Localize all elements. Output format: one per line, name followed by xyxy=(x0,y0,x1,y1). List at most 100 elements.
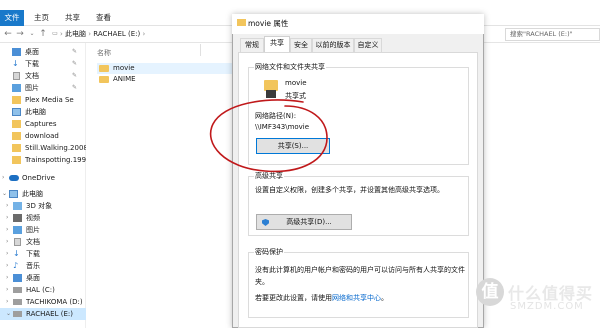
folder-icon xyxy=(237,19,246,26)
advanced-sharing-button[interactable]: 高级共享(D)... xyxy=(256,214,352,230)
drive-icon xyxy=(13,311,22,317)
sidebar-item-this-pc-quick[interactable]: 此电脑 xyxy=(0,106,86,118)
sidebar-item-plex[interactable]: Plex Media Se xyxy=(0,94,86,106)
sidebar-item-label: TACHIKOMA (D:) xyxy=(26,298,83,306)
sidebar-item-drive-d[interactable]: › TACHIKOMA (D:) xyxy=(0,296,86,308)
sidebar-item-label: 下载 xyxy=(26,250,40,258)
ribbon-tab-home[interactable]: 主页 xyxy=(34,10,49,26)
sidebar-item-pc-desktop[interactable]: › 桌面 xyxy=(0,272,86,284)
shield-icon xyxy=(262,219,269,226)
sidebar-item-3d-objects[interactable]: › 3D 对象 xyxy=(0,200,86,212)
sidebar-item-pc-downloads[interactable]: › ↓ 下载 xyxy=(0,248,86,260)
up-icon[interactable]: ↑ xyxy=(38,28,48,40)
pin-icon: ✎ xyxy=(72,60,78,67)
sidebar-item-pc-pictures[interactable]: › 图片 xyxy=(0,224,86,236)
film-icon xyxy=(13,214,22,222)
sidebar-item-label: download xyxy=(25,132,59,140)
sidebar-item-label: 文档 xyxy=(26,238,40,246)
tab-general[interactable]: 常规 xyxy=(240,38,264,52)
breadcrumb-drive[interactable]: RACHAEL (E:) xyxy=(93,30,140,38)
sidebar-item-label: 图片 xyxy=(26,226,40,234)
sidebar-item-label: RACHAEL (E:) xyxy=(26,310,73,318)
chevron-right-icon[interactable]: › xyxy=(6,296,8,308)
recent-chevron-icon[interactable]: ⌄ xyxy=(27,28,37,40)
chevron-right-icon[interactable]: › xyxy=(6,236,8,248)
desktop-icon xyxy=(12,48,21,56)
desktop-icon xyxy=(13,274,22,282)
sidebar-item-label: Plex Media Se xyxy=(25,96,74,104)
network-sharing-center-link[interactable]: 网络和共享中心 xyxy=(332,294,381,302)
folder-icon xyxy=(12,132,21,140)
sidebar-item-pc-documents[interactable]: › 文档 xyxy=(0,236,86,248)
chevron-right-icon[interactable]: › xyxy=(6,224,8,236)
password-description-line2: 夹。 xyxy=(255,278,269,286)
sidebar-item-pictures[interactable]: 图片 ✎ xyxy=(0,82,86,94)
sidebar-item-label: 图片 xyxy=(25,84,39,92)
ribbon-tab-file[interactable]: 文件 xyxy=(0,10,24,26)
explorer-titlebar xyxy=(0,0,600,10)
chevron-right-icon[interactable]: › xyxy=(6,248,8,260)
sidebar-item-documents[interactable]: 文档 ✎ xyxy=(0,70,86,82)
chevron-right-icon[interactable]: › xyxy=(6,212,8,224)
tab-previous-versions[interactable]: 以前的版本 xyxy=(312,38,354,52)
sidebar-item-download-folder[interactable]: download xyxy=(0,130,86,142)
chevron-right-icon[interactable]: › xyxy=(6,284,8,296)
folder-icon xyxy=(99,76,109,83)
breadcrumb-this-pc[interactable]: 此电脑 xyxy=(65,30,86,38)
tab-customize[interactable]: 自定义 xyxy=(354,38,382,52)
sidebar-item-music[interactable]: › ♪ 音乐 xyxy=(0,260,86,272)
chevron-down-icon[interactable]: ⌄ xyxy=(2,188,7,200)
sidebar-item-label: 下载 xyxy=(25,60,39,68)
chevron-right-icon[interactable]: › xyxy=(2,172,4,184)
folder-icon xyxy=(12,144,21,152)
chevron-down-icon[interactable]: ⌄ xyxy=(6,308,11,320)
sidebar-item-this-pc[interactable]: ⌄ 此电脑 xyxy=(0,188,86,200)
tab-security[interactable]: 安全 xyxy=(290,38,312,52)
ribbon-tab-share[interactable]: 共享 xyxy=(65,10,80,26)
column-header-name[interactable]: 名称 xyxy=(97,48,111,58)
pc-icon: ▭ xyxy=(52,30,58,37)
music-icon: ♪ xyxy=(13,261,19,270)
file-item-label: ANIME xyxy=(113,75,136,83)
dialog-title: movie 属性 xyxy=(248,19,289,28)
pin-icon: ✎ xyxy=(72,84,78,91)
folder-icon xyxy=(99,65,109,72)
sidebar-item-videos[interactable]: › 视频 xyxy=(0,212,86,224)
password-protection-group xyxy=(248,252,469,318)
sidebar-item-onedrive[interactable]: › OneDrive xyxy=(0,172,86,184)
sidebar-item-captures[interactable]: Captures xyxy=(0,118,86,130)
sidebar-item-still-walking[interactable]: Still.Walking.2008 xyxy=(0,142,86,154)
password-description-line1: 没有此计算机的用户帐户和密码的用户可以访问与所有人共享的文件 xyxy=(255,266,465,274)
sidebar-item-label: 文档 xyxy=(25,72,39,80)
file-item-movie[interactable]: movie xyxy=(97,63,237,74)
picture-icon xyxy=(12,84,21,92)
password-change-text: 若要更改此设置，请使用网络和共享中心。 xyxy=(255,293,388,303)
forward-icon[interactable]: → xyxy=(15,28,25,40)
sidebar-item-trainspotting[interactable]: Trainspotting.199 xyxy=(0,154,86,166)
breadcrumb[interactable]: › 此电脑 › RACHAEL (E:) › xyxy=(60,28,145,41)
column-divider[interactable] xyxy=(200,44,201,56)
sidebar-item-label: 视频 xyxy=(26,214,40,222)
watermark-logo: 值 xyxy=(476,278,504,306)
password-change-suffix: 。 xyxy=(381,294,388,302)
folder-icon xyxy=(12,120,21,128)
chevron-right-icon[interactable]: › xyxy=(6,200,8,212)
folder-icon xyxy=(12,96,21,104)
chevron-right-icon[interactable]: › xyxy=(6,272,8,284)
sidebar-item-downloads[interactable]: ↓ 下载 ✎ xyxy=(0,58,86,70)
chevron-right-icon[interactable]: › xyxy=(6,260,8,272)
folder-thumbnail-icon xyxy=(266,90,276,98)
drive-icon xyxy=(13,287,22,293)
computer-icon xyxy=(9,190,18,198)
sidebar-item-desktop[interactable]: 桌面 ✎ xyxy=(0,46,86,58)
tab-sharing[interactable]: 共享 xyxy=(264,36,290,53)
ribbon-tab-view[interactable]: 查看 xyxy=(96,10,111,26)
sidebar-item-drive-c[interactable]: › HAL (C:) xyxy=(0,284,86,296)
sidebar-item-drive-e[interactable]: ⌄ RACHAEL (E:) xyxy=(0,308,86,320)
advanced-sharing-button-label: 高级共享(D)... xyxy=(286,218,332,226)
download-icon: ↓ xyxy=(13,249,20,258)
password-protection-group-title: 密码保护 xyxy=(254,247,284,257)
search-input[interactable]: 搜索"RACHAEL (E:)" xyxy=(505,28,600,41)
file-item-label: movie xyxy=(113,64,135,72)
back-icon[interactable]: ← xyxy=(3,28,13,40)
